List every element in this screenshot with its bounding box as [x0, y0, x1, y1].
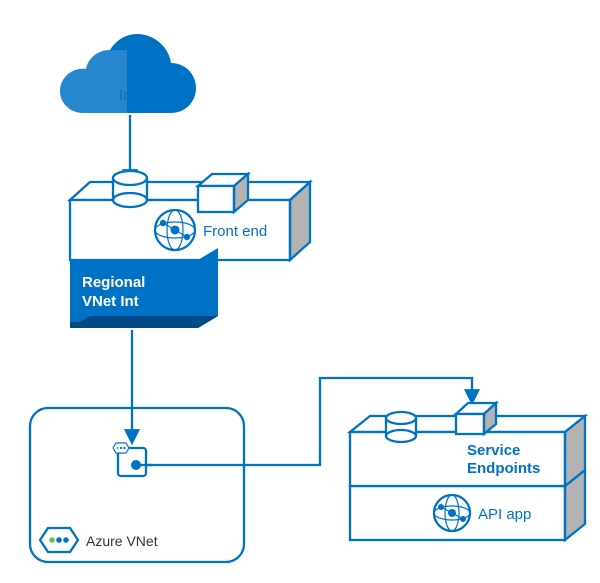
architecture-diagram: Internet — [0, 0, 600, 583]
endpoints-label-2: Endpoints — [467, 460, 540, 477]
frontend-block: Front end — [70, 171, 310, 260]
cube-icon — [456, 403, 496, 434]
subnet-endpoint-icon — [113, 443, 152, 476]
vnet-int-label-2: VNet Int — [82, 293, 139, 310]
vnet-label: Azure VNet — [86, 533, 158, 549]
cube-icon — [198, 174, 248, 212]
cylinder-icon — [386, 412, 416, 442]
app-service-icon — [155, 210, 195, 250]
api-label: API app — [478, 506, 531, 523]
vnet-integration-block: Regional VNet Int — [70, 248, 218, 328]
vnet-int-label-1: Regional — [82, 274, 145, 291]
frontend-label: Front end — [203, 223, 267, 240]
app-service-icon — [434, 495, 470, 531]
cylinder-icon — [113, 171, 147, 207]
azure-vnet-container: Azure VNet — [30, 408, 244, 562]
endpoints-label-1: Service — [467, 442, 520, 459]
internet-label: Internet — [119, 87, 171, 104]
api-app-block: Service Endpoints API app — [350, 403, 585, 540]
vnet-icon — [40, 528, 78, 552]
